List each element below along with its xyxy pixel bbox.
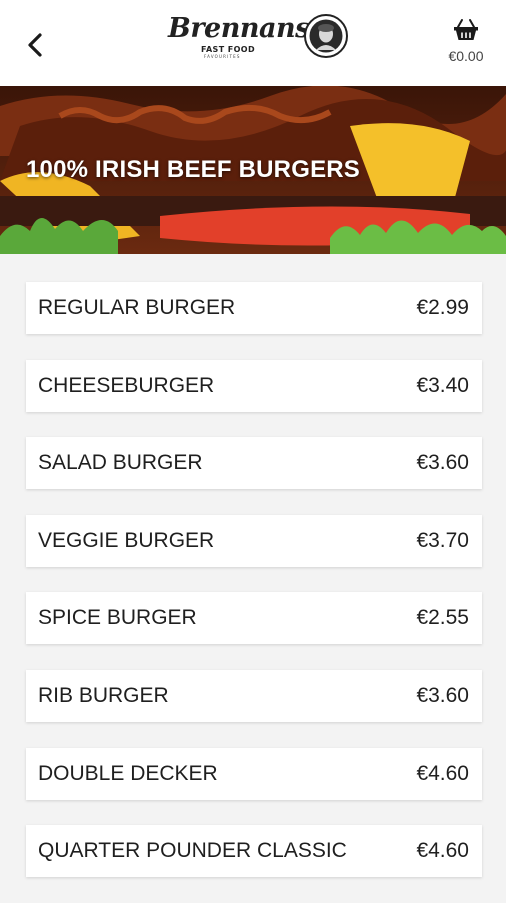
menu-item[interactable]: DOUBLE DECKER €4.60 xyxy=(26,747,482,800)
menu-item[interactable]: SALAD BURGER €3.60 xyxy=(26,437,482,490)
menu-item-name: RIB BURGER xyxy=(38,683,169,707)
top-bar: Brennans FAST FOOD FAVOURITES €0.00 xyxy=(0,0,506,86)
back-button[interactable] xyxy=(22,30,50,60)
brand-logo: Brennans FAST FOOD FAVOURITES xyxy=(168,13,350,63)
menu-item[interactable]: RIB BURGER €3.60 xyxy=(26,669,482,722)
category-banner: 100% IRISH BEEF BURGERS xyxy=(0,86,506,254)
portrait-seal-icon xyxy=(304,14,348,58)
menu-item[interactable]: QUARTER POUNDER CLASSIC €4.60 xyxy=(26,825,482,878)
menu-item[interactable]: SPICE BURGER €2.55 xyxy=(26,592,482,645)
menu-item-price: €3.40 xyxy=(416,373,469,397)
menu-item-price: €2.55 xyxy=(416,606,469,630)
menu-item[interactable]: VEGGIE BURGER €3.70 xyxy=(26,514,482,567)
basket-icon xyxy=(454,19,478,40)
logo-subtitle: FAST FOOD xyxy=(201,45,256,54)
logo-tagline: FAVOURITES xyxy=(204,54,241,59)
menu-item[interactable]: REGULAR BURGER €2.99 xyxy=(26,282,482,334)
menu-item-price: €4.60 xyxy=(416,761,469,785)
cart-button[interactable]: €0.00 xyxy=(442,18,490,66)
cart-total: €0.00 xyxy=(448,48,484,64)
menu-item-price: €2.99 xyxy=(416,296,469,319)
menu-item-name: QUARTER POUNDER CLASSIC xyxy=(38,839,347,863)
menu-item-price: €3.70 xyxy=(416,528,469,552)
menu-list: REGULAR BURGER €2.99 CHEESEBURGER €3.40 SALA… xyxy=(26,282,482,903)
menu-item-name: VEGGIE BURGER xyxy=(38,528,215,552)
menu-item-name: DOUBLE DECKER xyxy=(38,761,218,785)
menu-item-name: CHEESEBURGER xyxy=(38,373,215,397)
menu-item-price: €4.60 xyxy=(416,839,469,863)
chevron-left-icon xyxy=(28,33,42,57)
menu-item-name: REGULAR BURGER xyxy=(38,296,236,319)
menu-item-name: SALAD BURGER xyxy=(38,451,203,475)
menu-item-name: SPICE BURGER xyxy=(38,606,197,630)
banner-title: 100% IRISH BEEF BURGERS xyxy=(26,156,361,183)
menu-item[interactable]: CHEESEBURGER €3.40 xyxy=(26,359,482,412)
menu-item-price: €3.60 xyxy=(416,683,469,707)
menu-item-price: €3.60 xyxy=(416,451,469,475)
logo-wordmark: Brennans xyxy=(168,13,310,44)
